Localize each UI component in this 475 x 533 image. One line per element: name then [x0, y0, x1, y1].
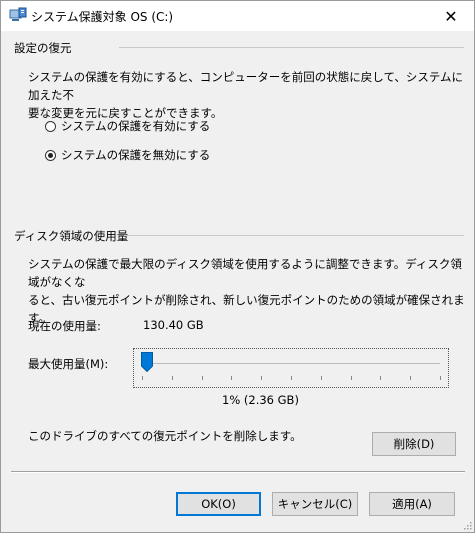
slider-tick [410, 376, 412, 380]
slider-tick [320, 376, 322, 380]
radio-enable-protection[interactable]: システムの保護を有効にする [45, 118, 210, 134]
slider-tick [231, 376, 233, 380]
close-button[interactable]: ✕ [428, 1, 474, 31]
system-protection-dialog: システム保護対象 OS (C:) ✕ 設定の復元 システムの保護を有効にすると、… [0, 0, 475, 533]
restore-settings-title: 設定の復元 [14, 41, 72, 55]
window-title: システム保護対象 OS (C:) [31, 10, 174, 24]
current-usage-label: 現在の使用量: [28, 319, 101, 333]
delete-button[interactable]: 削除(D) [372, 432, 456, 456]
ok-button-label: OK(O) [201, 497, 236, 511]
slider-tick [261, 376, 263, 380]
cancel-button[interactable]: キャンセル(C) [272, 492, 358, 516]
disk-usage-title: ディスク領域の使用量 [14, 229, 129, 243]
slider-tick [201, 376, 203, 380]
bottom-separator-highlight [11, 472, 465, 473]
slider-tick [142, 376, 143, 380]
current-usage-value: 130.40 GB [143, 318, 204, 332]
delete-button-label: 削除(D) [393, 437, 435, 451]
close-icon: ✕ [444, 6, 458, 26]
ok-button[interactable]: OK(O) [176, 492, 261, 516]
slider-tick [171, 376, 173, 380]
slider-thumb[interactable] [141, 352, 153, 372]
apply-button-label: 適用(A) [392, 497, 432, 511]
title-bar: システム保護対象 OS (C:) ✕ [1, 1, 474, 31]
apply-button[interactable]: 適用(A) [369, 492, 455, 516]
max-usage-label: 最大使用量(M): [28, 357, 109, 371]
slider-tick [350, 376, 352, 380]
restore-settings-divider [119, 47, 464, 48]
delete-restore-points-text: このドライブのすべての復元ポイントを削除します。 [28, 429, 302, 443]
cancel-button-label: キャンセル(C) [277, 497, 353, 511]
slider-tick [291, 376, 292, 380]
radio-enable-label: システムの保護を有効にする [61, 119, 211, 133]
slider-tick [380, 376, 382, 380]
radio-enable-indicator[interactable] [45, 120, 56, 132]
disk-usage-divider [124, 235, 464, 236]
slider-track [142, 363, 440, 364]
radio-disable-indicator[interactable] [45, 149, 56, 161]
disk-usage-description: システムの保護で最大限のディスク領域を使用するように調整できます。ディスク領域が… [28, 257, 465, 325]
system-protection-icon [9, 7, 27, 21]
radio-disable-protection[interactable]: システムの保護を無効にする [45, 147, 210, 163]
radio-disable-label: システムの保護を無効にする [61, 148, 211, 162]
max-usage-slider[interactable] [133, 348, 449, 388]
resize-grip-icon[interactable] [462, 520, 472, 530]
max-usage-value: 1% (2.36 GB) [222, 393, 299, 407]
restore-settings-description: システムの保護を有効にすると、コンピューターを前回の状態に戻して、システムに加え… [28, 70, 464, 120]
slider-tick [440, 376, 441, 380]
